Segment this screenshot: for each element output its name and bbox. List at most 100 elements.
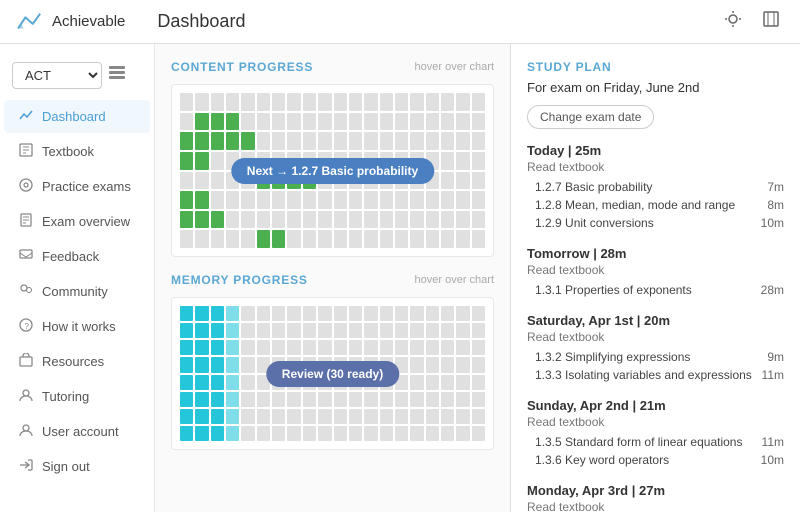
- dashboard-icon: [18, 108, 34, 125]
- memory-progress-chart: Review (30 ready): [171, 297, 494, 450]
- plan-day-header: Saturday, Apr 1st | 20m: [527, 313, 784, 328]
- sidebar-item-community[interactable]: Community: [4, 275, 150, 308]
- plan-item-name: 1.2.8 Mean, median, mode and range: [535, 198, 767, 212]
- sidebar-select-row: ACT SAT GRE GMAT: [0, 56, 154, 99]
- content-area: CONTENT PROGRESS hover over chart Next →…: [155, 44, 510, 512]
- community-icon: [18, 283, 34, 300]
- sidebar-item-feedback[interactable]: Feedback: [4, 240, 150, 273]
- sidebar-item-practice-exams[interactable]: Practice exams: [4, 170, 150, 203]
- brand-name: Achievable: [52, 13, 125, 30]
- resources-icon: [18, 353, 34, 370]
- memory-hover-label: hover over chart: [415, 274, 494, 286]
- content-progress-header: CONTENT PROGRESS hover over chart: [171, 60, 494, 74]
- sidebar-item-label: How it works: [42, 319, 116, 334]
- plan-item-time: 28m: [761, 283, 784, 297]
- sidebar-item-label: Sign out: [42, 459, 90, 474]
- sidebar-item-user-account[interactable]: User account: [4, 415, 150, 448]
- plan-item[interactable]: 1.3.6 Key word operators10m: [527, 451, 784, 469]
- plan-day-subheader: Read textbook: [527, 263, 784, 277]
- app-header: Achievable Dashboard: [0, 0, 800, 44]
- content-progress-chart: Next → 1.2.7 Basic probability: [171, 84, 494, 257]
- plan-day: Monday, Apr 3rd | 27mRead textbook1.3.7 …: [527, 483, 784, 512]
- header-left: Achievable Dashboard: [16, 10, 245, 34]
- theme-toggle-button[interactable]: [720, 6, 746, 37]
- theme-icon: [724, 10, 742, 28]
- study-plan-panel: STUDY PLAN For exam on Friday, June 2nd …: [510, 44, 800, 512]
- sidebar-item-tutoring[interactable]: Tutoring: [4, 380, 150, 413]
- content-hover-label: hover over chart: [415, 61, 494, 73]
- plan-day-header: Sunday, Apr 2nd | 21m: [527, 398, 784, 413]
- plan-day-header: Today | 25m: [527, 143, 784, 158]
- tutoring-icon: [18, 388, 34, 405]
- plan-item[interactable]: 1.3.3 Isolating variables and expression…: [527, 366, 784, 384]
- page-title: Dashboard: [157, 11, 245, 32]
- plan-item-name: 1.2.9 Unit conversions: [535, 216, 761, 230]
- stack-icon[interactable]: [108, 65, 126, 86]
- plan-item-time: 7m: [767, 180, 784, 194]
- sidebar-item-label: Dashboard: [42, 109, 106, 124]
- sidebar-item-sign-out[interactable]: Sign out: [4, 450, 150, 483]
- plan-day: Sunday, Apr 2nd | 21m Read textbook 1.3.5 …: [527, 398, 784, 469]
- sidebar-item-label: Resources: [42, 354, 104, 369]
- plan-day-subheader: Read textbook: [527, 160, 784, 174]
- plan-day-subheader: Read textbook: [527, 500, 784, 512]
- plan-item-name: 1.2.7 Basic probability: [535, 180, 767, 194]
- content-progress-title: CONTENT PROGRESS: [171, 60, 313, 74]
- plan-item-time: 8m: [767, 198, 784, 212]
- expand-icon: [762, 10, 780, 28]
- content-progress-badge[interactable]: Next → 1.2.7 Basic probability: [231, 158, 434, 184]
- header-actions: [720, 6, 784, 37]
- sign-out-icon: [18, 458, 34, 475]
- plan-item-name: 1.3.6 Key word operators: [535, 453, 761, 467]
- plan-item[interactable]: 1.3.1 Properties of exponents28m: [527, 281, 784, 299]
- plan-item-time: 10m: [761, 216, 784, 230]
- plan-item[interactable]: 1.3.2 Simplifying expressions9m: [527, 348, 784, 366]
- plan-day-header: Monday, Apr 3rd | 27m: [527, 483, 784, 498]
- textbook-icon: [18, 143, 34, 160]
- plan-item-time: 10m: [761, 453, 784, 467]
- main-layout: ACT SAT GRE GMAT Dashboard: [0, 44, 800, 512]
- achievable-logo: [16, 10, 44, 34]
- plan-day-header: Tomorrow | 28m: [527, 246, 784, 261]
- exam-date-line: For exam on Friday, June 2nd: [527, 80, 784, 95]
- expand-button[interactable]: [758, 6, 784, 37]
- plan-item-name: 1.3.1 Properties of exponents: [535, 283, 761, 297]
- sidebar-item-how-it-works[interactable]: ? How it works: [4, 310, 150, 343]
- sidebar-item-exam-overview[interactable]: Exam overview: [4, 205, 150, 238]
- plan-item[interactable]: 1.3.5 Standard form of linear equations1…: [527, 433, 784, 451]
- plan-day: Tomorrow | 28m Read textbook 1.3.1 Propert…: [527, 246, 784, 299]
- sidebar-item-label: Textbook: [42, 144, 94, 159]
- sidebar-item-label: Practice exams: [42, 179, 131, 194]
- plan-item[interactable]: 1.2.8 Mean, median, mode and range8m: [527, 196, 784, 214]
- sidebar-item-label: Exam overview: [42, 214, 130, 229]
- plan-item-name: 1.3.2 Simplifying expressions: [535, 350, 767, 364]
- plan-item-time: 9m: [767, 350, 784, 364]
- change-exam-date-button[interactable]: Change exam date: [527, 105, 654, 129]
- how-it-works-icon: ?: [18, 318, 34, 335]
- study-plan-title: STUDY PLAN: [527, 60, 784, 74]
- plan-item[interactable]: 1.2.7 Basic probability7m: [527, 178, 784, 196]
- exam-overview-icon: [18, 213, 34, 230]
- study-plan-days: Today | 25m Read textbook 1.2.7 Basic prob…: [527, 143, 784, 512]
- plan-day-subheader: Read textbook: [527, 330, 784, 344]
- svg-text:?: ?: [25, 322, 30, 331]
- plan-item-name: 1.3.5 Standard form of linear equations: [535, 435, 762, 449]
- user-account-icon: [18, 423, 34, 440]
- sidebar-item-dashboard[interactable]: Dashboard: [4, 100, 150, 133]
- memory-progress-header: MEMORY PROGRESS hover over chart: [171, 273, 494, 287]
- feedback-icon: [18, 248, 34, 265]
- plan-item-time: 11m: [762, 368, 784, 382]
- sidebar-item-textbook[interactable]: Textbook: [4, 135, 150, 168]
- plan-item-name: 1.3.3 Isolating variables and expression…: [535, 368, 762, 382]
- plan-item[interactable]: 1.2.9 Unit conversions10m: [527, 214, 784, 232]
- exam-type-select[interactable]: ACT SAT GRE GMAT: [12, 62, 102, 89]
- memory-progress-badge[interactable]: Review (30 ready): [266, 361, 399, 387]
- sidebar-item-resources[interactable]: Resources: [4, 345, 150, 378]
- plan-day-subheader: Read textbook: [527, 415, 784, 429]
- sidebar-item-label: Feedback: [42, 249, 99, 264]
- memory-progress-title: MEMORY PROGRESS: [171, 273, 308, 287]
- sidebar-item-label: Tutoring: [42, 389, 89, 404]
- plan-item-time: 11m: [762, 435, 784, 449]
- plan-day: Saturday, Apr 1st | 20m Read textbook 1.3.…: [527, 313, 784, 384]
- sidebar: ACT SAT GRE GMAT Dashboard: [0, 44, 155, 512]
